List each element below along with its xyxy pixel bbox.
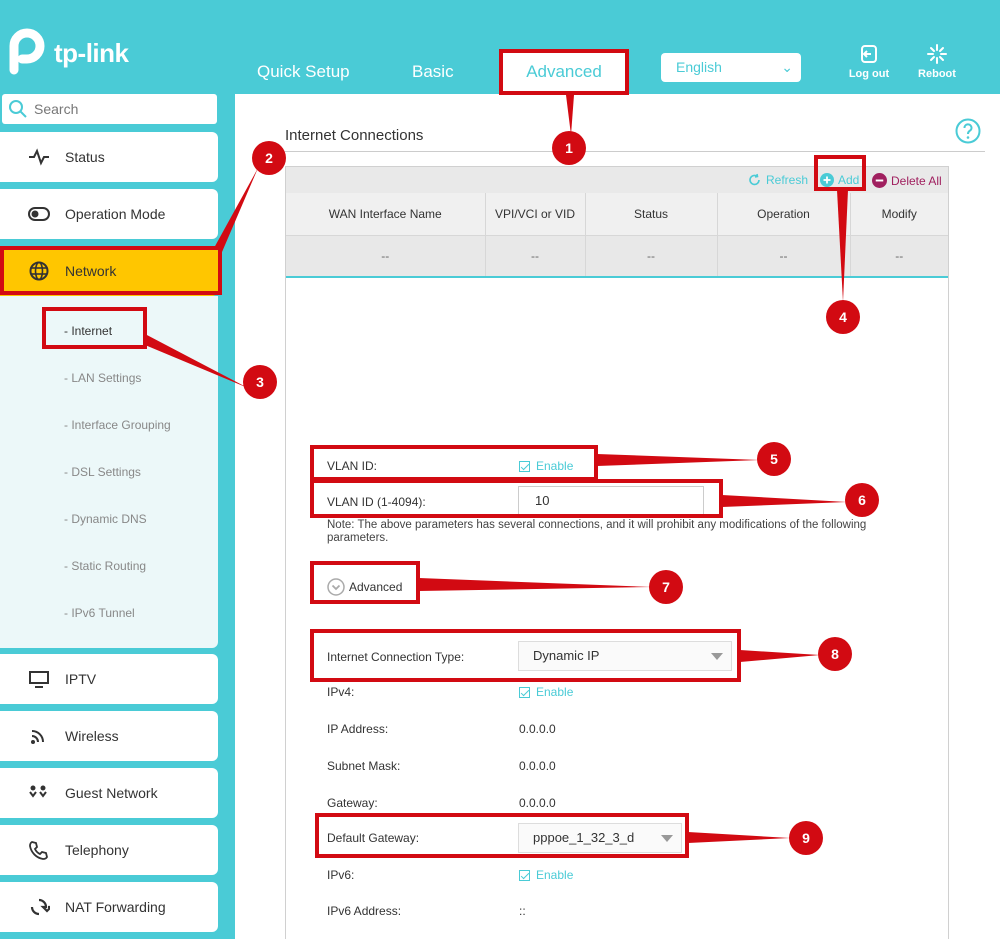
wan-interface-table: WAN Interface Name VPI/VCI or VID Status… xyxy=(286,193,948,278)
checkbox-icon xyxy=(519,686,530,698)
note-text: Note: The above parameters has several c… xyxy=(327,519,867,544)
ip-address-label: IP Address: xyxy=(327,722,389,736)
submenu-dsl-settings[interactable]: - DSL Settings xyxy=(64,465,141,479)
table-cell: -- xyxy=(286,235,486,278)
refresh-label: Refresh xyxy=(766,173,809,187)
sidebar-item-guest-network[interactable]: Guest Network xyxy=(0,768,218,818)
sidebar-item-status[interactable]: Status xyxy=(0,132,218,182)
pulse-icon xyxy=(29,148,49,166)
highlight-box xyxy=(315,813,689,858)
tab-quick-setup[interactable]: Quick Setup xyxy=(257,62,350,82)
reboot-label: Reboot xyxy=(918,68,956,80)
reboot-button[interactable]: Reboot xyxy=(907,44,967,80)
search-input[interactable] xyxy=(34,98,204,120)
section-title: Internet Connections xyxy=(285,127,424,144)
checkbox-icon xyxy=(519,869,530,881)
sidebar-item-label: Telephony xyxy=(65,842,129,858)
logout-icon xyxy=(861,45,877,63)
sidebar-item-label: Operation Mode xyxy=(65,206,166,222)
sidebar: Status Operation Mode Network - Internet… xyxy=(0,94,235,939)
subnet-mask-label: Subnet Mask: xyxy=(327,759,401,773)
table-cell: -- xyxy=(850,235,948,278)
submenu-dynamic-dns[interactable]: - Dynamic DNS xyxy=(64,512,147,526)
delete-all-label: Delete All xyxy=(891,173,942,188)
highlight-box xyxy=(499,49,629,95)
submenu-interface-grouping[interactable]: - Interface Grouping xyxy=(64,418,171,432)
sidebar-item-telephony[interactable]: Telephony xyxy=(0,825,218,875)
sidebar-item-label: IPTV xyxy=(65,671,97,687)
ipv4-label: IPv4: xyxy=(327,685,355,699)
refresh-icon xyxy=(749,173,760,186)
table-cell: -- xyxy=(485,235,586,278)
submenu-static-routing[interactable]: - Static Routing xyxy=(64,559,146,573)
refresh-button[interactable]: Refresh xyxy=(748,173,808,187)
col-status: Status xyxy=(585,193,718,236)
ipv6-address-label: IPv6 Address: xyxy=(327,904,402,918)
table-cell: -- xyxy=(585,235,718,278)
table-row[interactable]: -- -- -- -- -- xyxy=(286,235,948,278)
highlight-box xyxy=(310,445,598,481)
highlight-box xyxy=(0,246,222,295)
toggle-icon xyxy=(28,207,50,221)
ipv6-address-value: :: xyxy=(519,904,526,918)
sidebar-item-label: NAT Forwarding xyxy=(65,899,166,915)
col-wan-interface-name: WAN Interface Name xyxy=(286,193,486,236)
table-header-row: WAN Interface Name VPI/VCI or VID Status… xyxy=(286,193,948,236)
logout-label: Log out xyxy=(848,68,890,80)
section-divider xyxy=(285,151,985,152)
ipv4-enable-checkbox[interactable]: Enable xyxy=(519,685,573,699)
search-box[interactable] xyxy=(2,94,217,124)
submenu-lan-settings[interactable]: - LAN Settings xyxy=(64,371,141,385)
highlight-box xyxy=(42,307,147,349)
highlight-box xyxy=(814,155,866,191)
search-icon xyxy=(9,100,27,118)
sidebar-item-iptv[interactable]: IPTV xyxy=(0,654,218,704)
ipv4-enable-label: Enable xyxy=(536,685,574,699)
subnet-mask-value: 0.0.0.0 xyxy=(519,759,556,773)
chevron-down-icon: ⌄ xyxy=(781,59,793,75)
language-value: English xyxy=(676,59,722,75)
ipv6-enable-checkbox[interactable]: Enable xyxy=(519,868,573,882)
help-icon[interactable] xyxy=(955,118,981,144)
monitor-icon xyxy=(29,671,49,688)
phone-icon xyxy=(29,841,48,860)
col-modify: Modify xyxy=(850,193,948,236)
minus-circle-icon xyxy=(872,173,887,188)
nat-icon xyxy=(30,898,50,916)
submenu-ipv6-tunnel[interactable]: - IPv6 Tunnel xyxy=(64,606,135,620)
wifi-icon xyxy=(31,730,44,744)
col-operation: Operation xyxy=(717,193,851,236)
sidebar-item-label: Status xyxy=(65,149,105,165)
guests-icon xyxy=(29,785,47,798)
gateway-value: 0.0.0.0 xyxy=(519,796,556,810)
highlight-box xyxy=(310,479,723,518)
brand-name: tp-link xyxy=(54,38,129,68)
sidebar-item-label: Guest Network xyxy=(65,785,158,801)
sidebar-item-wireless[interactable]: Wireless xyxy=(0,711,218,761)
sidebar-item-operation-mode[interactable]: Operation Mode xyxy=(0,189,218,239)
tab-basic[interactable]: Basic xyxy=(412,62,454,82)
ip-address-value: 0.0.0.0 xyxy=(519,722,556,736)
gateway-label: Gateway: xyxy=(327,796,378,810)
table-cell: -- xyxy=(717,235,851,278)
delete-all-button[interactable]: Delete All xyxy=(872,173,942,188)
highlight-box xyxy=(310,561,420,604)
col-vpi-vci: VPI/VCI or VID xyxy=(485,193,586,236)
sidebar-item-label: Wireless xyxy=(65,728,119,744)
highlight-box xyxy=(310,629,741,682)
ipv6-enable-label: Enable xyxy=(536,868,574,882)
language-select[interactable]: English ⌄ xyxy=(661,53,801,82)
ipv6-label: IPv6: xyxy=(327,868,355,882)
reboot-icon xyxy=(927,44,947,64)
logout-button[interactable]: Log out xyxy=(839,44,899,80)
sidebar-item-nat-forwarding[interactable]: NAT Forwarding xyxy=(0,882,218,932)
